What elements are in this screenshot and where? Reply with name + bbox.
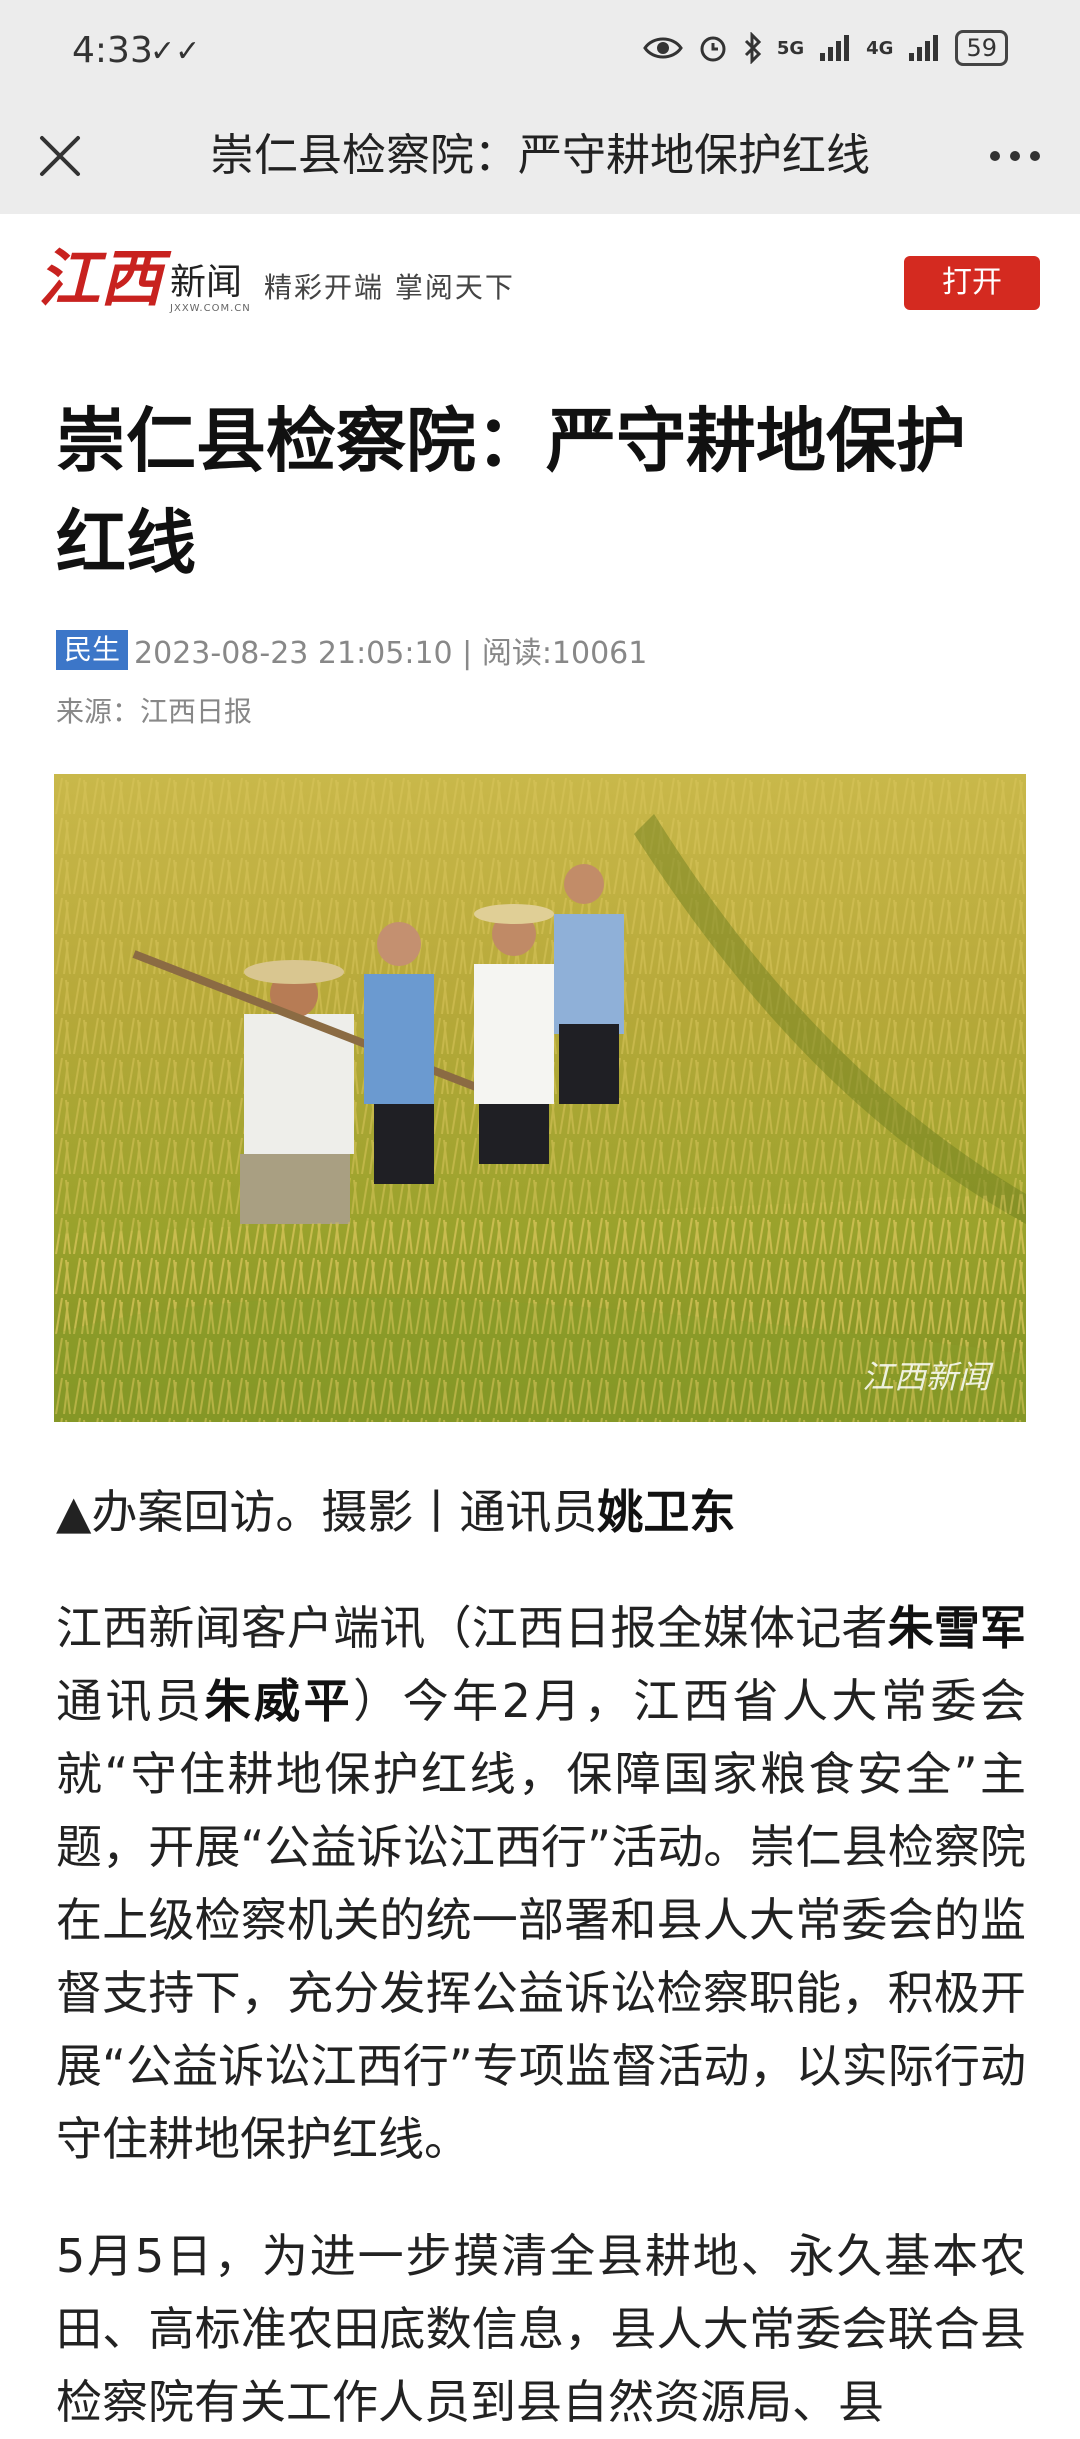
- photo-caption: ▲办案回访。摄影丨通讯员姚卫东: [56, 1482, 735, 1542]
- 4g-signal-icon: 4G: [866, 37, 894, 59]
- article-paragraph-1: 江西新闻客户端讯（江西日报全媒体记者朱雪军 通讯员朱威平）今年2月，江西省人大常…: [56, 1592, 1026, 2176]
- photographer-name: 姚卫东: [597, 1485, 736, 1539]
- sync-icon: ✓✓: [150, 34, 201, 69]
- p1-text-a: 江西新闻客户端讯（江西日报全媒体记者: [56, 1601, 888, 1655]
- eye-icon: [643, 37, 683, 59]
- reporter-name: 朱雪军: [887, 1601, 1027, 1655]
- logo-script: 江西: [38, 242, 163, 315]
- article-source: 来源：江西日报: [56, 695, 253, 728]
- p1-text-c: ）今年2月，江西省人大常委会就“守住耕地保护红线，保障国家粮食安全”主题，开展“…: [56, 1674, 1027, 2166]
- logo-url: JXXW.COM.CN: [170, 303, 251, 314]
- nav-title: 崇仁县检察院：严守耕地保护红线: [210, 130, 870, 181]
- battery-icon: 59: [955, 30, 1008, 66]
- alarm-icon: [700, 36, 726, 62]
- article-meta: 民生 2023-08-23 21:05:10 | 阅读:10061: [56, 628, 647, 672]
- brand-bar: 江西 新闻 JXXW.COM.CN 精彩开端 掌阅天下 打开: [0, 214, 1080, 354]
- more-options-icon[interactable]: [980, 126, 1050, 186]
- signal-bars-icon: [820, 35, 850, 61]
- status-bar: 4:33 ✓✓ 5G 4G 59: [0, 0, 1080, 104]
- article-paragraph-2: 5月5日，为进一步摸清全县耕地、永久基本农田、高标准农田底数信息，县人大常委会联…: [56, 2229, 1026, 2429]
- logo-cn: 新闻: [170, 262, 243, 303]
- article-photo[interactable]: 江西新闻: [54, 774, 1026, 1422]
- brand-logo[interactable]: 江西 新闻 JXXW.COM.CN: [38, 242, 251, 315]
- rice-field-photo: [54, 774, 1026, 1422]
- category-tag[interactable]: 民生: [56, 630, 129, 670]
- close-icon[interactable]: [30, 126, 90, 186]
- bluetooth-icon: [744, 32, 761, 64]
- 5g-signal-icon: 5G: [776, 37, 805, 59]
- brand-slogan: 精彩开端 掌阅天下: [264, 271, 515, 304]
- signal-bars-icon-2: [909, 35, 939, 61]
- open-app-button[interactable]: 打开: [904, 256, 1040, 310]
- logo-text: 新闻 JXXW.COM.CN: [170, 262, 251, 315]
- nav-bar: 崇仁县检察院：严守耕地保护红线: [0, 104, 1080, 215]
- p1-text-b: 通讯员: [56, 1674, 205, 1728]
- status-icons: 5G 4G 59: [643, 30, 1008, 66]
- publish-info: 2023-08-23 21:05:10 | 阅读:10061: [134, 636, 648, 671]
- caption-text: ▲办案回访。摄影丨通讯员: [56, 1485, 598, 1539]
- photo-watermark: 江西新闻: [861, 1358, 990, 1396]
- article-headline: 崇仁县检察院：严守耕地保护红线: [56, 400, 966, 584]
- status-time: 4:33: [72, 30, 153, 71]
- correspondent-name: 朱威平: [204, 1674, 354, 1728]
